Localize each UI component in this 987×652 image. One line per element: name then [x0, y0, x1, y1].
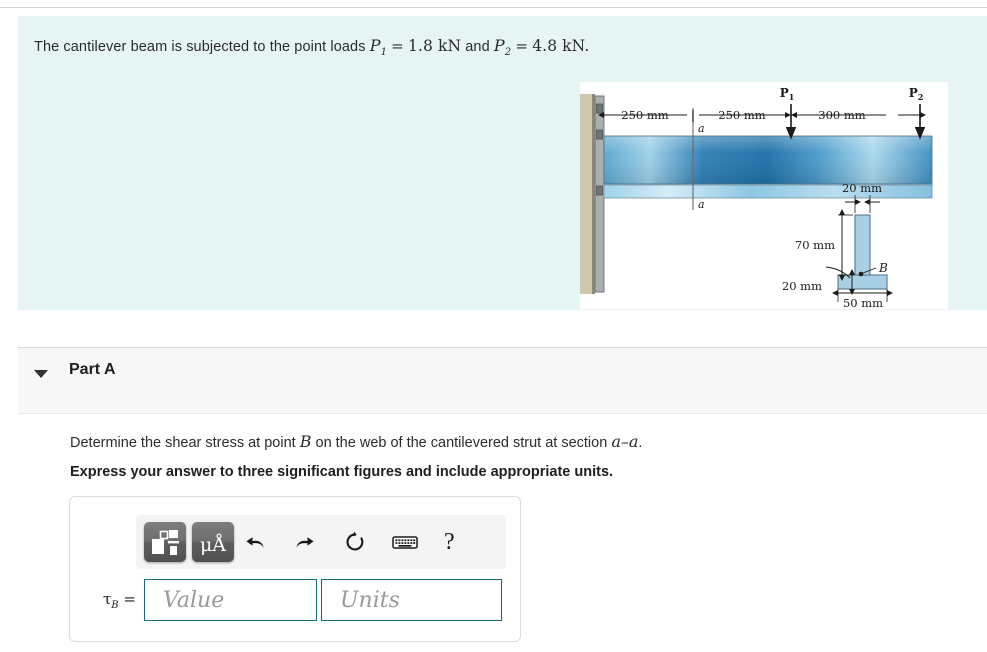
part-a-title: Part A: [69, 361, 116, 378]
point-b-label: B: [878, 261, 888, 275]
answer-entry-row: τB =: [80, 579, 502, 621]
load1-value: 1.8 kN: [407, 37, 462, 55]
point-b-marker: [858, 271, 864, 277]
dim-300-label: 300 mm: [818, 108, 866, 122]
equals-2: =: [515, 37, 529, 55]
beam-flange: [604, 185, 932, 198]
cross-section-web: [854, 214, 871, 276]
load1-symbol: P1: [369, 36, 388, 59]
cs-flange-width-label: 50 mm: [843, 296, 883, 309]
answer-instruction: Express your answer to three significant…: [70, 464, 614, 480]
units-button[interactable]: μÅ: [192, 522, 234, 562]
load1-figure-label: P1: [780, 86, 795, 102]
answer-toolbar: μÅ ?: [136, 515, 506, 569]
question-prompt-a: Determine the shear stress at point: [70, 435, 296, 451]
section-label-bottom: a: [698, 198, 705, 211]
dim-250-left-label: 250 mm: [621, 108, 669, 122]
beam-figure: 250 mm 250 mm 300 mm P1 P2 a a B 20 mm 7…: [580, 82, 948, 309]
load2-symbol: P2: [493, 36, 512, 59]
problem-statement-text: The cantilever beam is subjected to the …: [34, 36, 589, 58]
cross-section-flange: [837, 274, 888, 290]
question-section-var: a–a: [611, 432, 639, 451]
answer-input-panel: μÅ ? τB = Value Units: [69, 496, 521, 642]
cs-web-height-label: 70 mm: [795, 238, 835, 252]
dim-250-right-label: 250 mm: [718, 108, 766, 122]
tau-b-label: τB =: [102, 589, 136, 611]
math-template-button[interactable]: [144, 522, 186, 562]
problem-statement-panel: The cantilever beam is subjected to the …: [18, 16, 987, 310]
section-label-top: a: [698, 122, 705, 135]
question-prompt-b: on the web of the cantilevered strut at …: [315, 435, 608, 451]
load2-figure-label: P2: [909, 86, 924, 102]
cs-flange-thickness-label: 20 mm: [782, 279, 822, 293]
question-period: .: [638, 435, 643, 451]
page-top-divider: [0, 7, 987, 8]
load2-value: 4.8 kN.: [532, 37, 590, 55]
help-icon[interactable]: ?: [444, 529, 455, 556]
value-input[interactable]: [144, 579, 317, 621]
chevron-down-icon[interactable]: [34, 370, 48, 378]
cs-web-thickness-label: 20 mm: [842, 181, 882, 195]
question-point-var: B: [299, 432, 312, 451]
units-input[interactable]: [321, 579, 502, 621]
undo-icon[interactable]: [240, 527, 270, 557]
redo-icon[interactable]: [290, 527, 320, 557]
support-wall: [580, 94, 594, 294]
question-prompt: Determine the shear stress at point B on…: [70, 432, 642, 451]
reset-icon[interactable]: [340, 527, 370, 557]
conjunction-and: and: [465, 39, 490, 55]
keyboard-icon[interactable]: [390, 527, 420, 557]
part-a-header[interactable]: Part A: [18, 347, 987, 414]
equals-1: =: [391, 37, 404, 55]
svg-text:μÅ: μÅ: [200, 534, 226, 556]
problem-text-before: The cantilever beam is subjected to the …: [34, 39, 366, 55]
